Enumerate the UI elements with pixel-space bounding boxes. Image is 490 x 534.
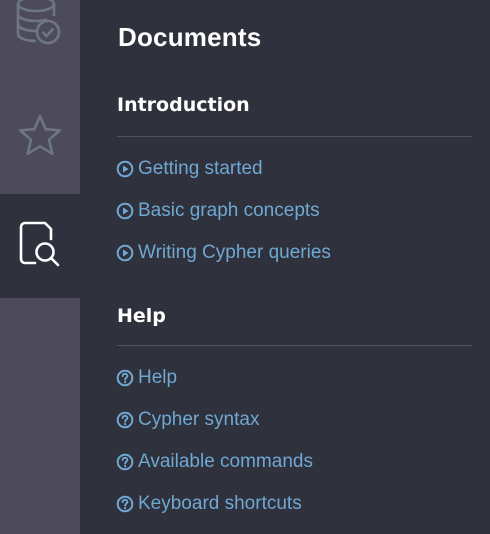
play-circle-icon	[116, 202, 134, 220]
link-writing-cypher-queries[interactable]: Writing Cypher queries	[116, 242, 331, 264]
drawer-title: Documents	[118, 22, 262, 52]
database-button[interactable]	[0, 0, 80, 80]
link-label: Getting started	[138, 158, 263, 179]
document-search-icon	[17, 219, 63, 274]
star-icon	[17, 113, 63, 164]
question-circle-icon	[116, 453, 134, 471]
link-label: Writing Cypher queries	[138, 242, 331, 263]
section-title-introduction: Introduction	[117, 94, 250, 116]
link-basic-graph-concepts[interactable]: Basic graph concepts	[116, 200, 320, 222]
sidebar-rail	[0, 0, 80, 534]
favorites-button[interactable]	[0, 92, 80, 184]
question-circle-icon	[116, 495, 134, 513]
play-circle-icon	[116, 160, 134, 178]
link-label: Basic graph concepts	[138, 200, 320, 221]
documents-button[interactable]	[0, 194, 80, 298]
link-label: Help	[138, 367, 178, 388]
link-cypher-syntax[interactable]: Cypher syntax	[116, 409, 259, 431]
section-divider	[117, 136, 472, 137]
link-help[interactable]: Help	[116, 367, 177, 389]
question-circle-icon	[116, 369, 134, 387]
link-available-commands[interactable]: Available commands	[116, 451, 313, 473]
link-keyboard-shortcuts[interactable]: Keyboard shortcuts	[116, 493, 302, 515]
question-circle-icon	[116, 411, 134, 429]
link-label: Keyboard shortcuts	[138, 493, 302, 514]
link-label: Cypher syntax	[138, 409, 260, 430]
section-title-help: Help	[117, 305, 166, 327]
section-divider	[117, 345, 472, 346]
database-check-icon	[16, 0, 64, 53]
app-window: Documents Introduction Getting started B…	[0, 0, 490, 534]
play-circle-icon	[116, 244, 134, 262]
link-getting-started[interactable]: Getting started	[116, 158, 263, 180]
link-label: Available commands	[138, 451, 313, 472]
documents-drawer: Documents Introduction Getting started B…	[80, 0, 490, 534]
